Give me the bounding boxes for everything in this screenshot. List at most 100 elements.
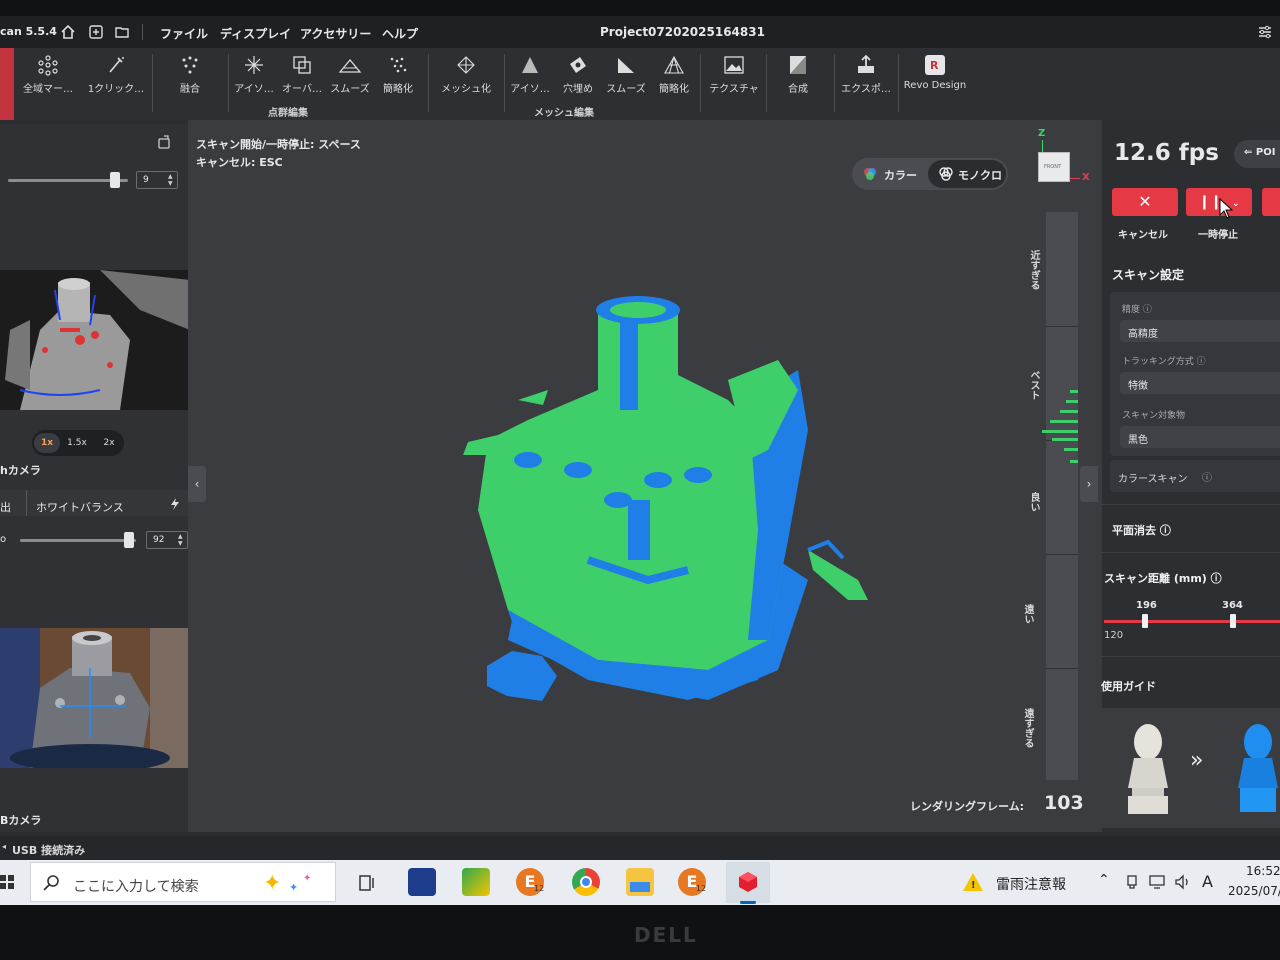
revoscan-app-icon[interactable] [734, 868, 762, 896]
tool-simplify-points[interactable]: 簡略化 [366, 54, 430, 100]
settings-icon[interactable] [1258, 25, 1272, 39]
color-scan-row[interactable]: カラースキャン ⓘ [1110, 460, 1280, 492]
scan-shortcut-hint: スキャン開始/一時停止: スペース [196, 138, 361, 151]
cube-face-label: FRONT [1044, 164, 1062, 170]
group-label-point-cloud: 点群編集 [268, 108, 308, 119]
target-label: スキャン対象物 [1122, 411, 1186, 421]
clock-time[interactable]: 16:52 [1246, 864, 1280, 878]
distance-max-handle[interactable] [1230, 614, 1236, 628]
tool-label: 全域マー… [23, 84, 73, 95]
taskbar-app-game-icon[interactable] [462, 868, 490, 896]
scan-viewport[interactable]: スキャン開始/一時停止: スペース キャンセル: ESC カラー モノクロ Z … [188, 120, 1102, 832]
copilot-sparkle-icon: ✦ [263, 871, 282, 896]
weather-text[interactable]: 雷雨注意報 [996, 874, 1066, 894]
mode-mono-label: モノクロ [958, 169, 1002, 182]
tool-texture[interactable]: テクスチャ [702, 54, 766, 100]
svg-text:R: R [930, 59, 939, 72]
home-icon[interactable] [60, 24, 76, 40]
distance-histogram [1042, 390, 1078, 463]
plane-removal-heading[interactable]: 平面消去 ⓘ [1112, 522, 1171, 538]
collapse-right-panel-button[interactable]: › [1080, 466, 1098, 502]
rotate-icon[interactable] [156, 134, 172, 150]
ime-indicator[interactable]: A [1202, 872, 1213, 891]
tool-global-marker[interactable]: 全域マー… [16, 54, 80, 100]
mode-color-button[interactable]: カラー [862, 165, 932, 183]
finish-scan-button[interactable] [1262, 188, 1280, 216]
brightness-slider-thumb[interactable] [110, 172, 120, 188]
tool-mesh[interactable]: メッシュ化 [434, 54, 498, 100]
auto-flash-icon[interactable] [168, 496, 182, 510]
zoom-1-5x-button[interactable]: 1.5x [64, 433, 90, 453]
tool-label: 融合 [180, 84, 200, 95]
tracking-select[interactable]: 特徴 [1120, 372, 1280, 394]
tool-revo-design[interactable]: R Revo Design [902, 54, 968, 100]
menu-help[interactable]: ヘルプ [382, 25, 418, 42]
camera1-label: hカメラ [0, 464, 41, 477]
spinner-arrows-icon[interactable]: ▲ ▼ [178, 533, 183, 547]
smooth-icon [338, 58, 362, 73]
chrome-browser-icon[interactable] [572, 868, 600, 896]
tray-chevron-up-icon[interactable]: ⌃ [1098, 872, 1110, 888]
cube-front-face[interactable]: FRONT [1038, 152, 1070, 182]
spinner-arrows-icon[interactable]: ▲ ▼ [168, 173, 173, 187]
tool-one-click[interactable]: 1クリック… [84, 54, 148, 100]
red-cube-icon [739, 872, 757, 892]
collapse-left-panel-button[interactable]: ‹ [188, 466, 206, 502]
usb-status-icon: ◂ [2, 842, 7, 851]
tracking-label: トラッキング方式 ⓘ [1122, 357, 1206, 367]
weather-warning-icon[interactable]: ! [962, 872, 984, 892]
bust-scan-icon [1238, 724, 1278, 812]
distance-range-track[interactable] [1104, 620, 1280, 623]
taskbar-search-box[interactable]: ここに入力して検索 ✦ ✦ ✦ [30, 862, 336, 902]
point-cloud-fragment [487, 651, 557, 701]
app-title: can 5.5.4 [0, 25, 57, 38]
distance-good: 良い [1028, 492, 1039, 512]
active-tab-indicator [0, 48, 14, 120]
mode-mono-button[interactable]: モノクロ [928, 160, 1006, 188]
volume-icon[interactable] [1174, 874, 1192, 890]
menu-file[interactable]: ファイル [160, 25, 208, 42]
simplify-mesh-icon [664, 55, 684, 74]
precision-select[interactable]: 高精度 [1120, 320, 1280, 342]
white-balance-slider-track[interactable] [20, 539, 136, 542]
tool-simplify-mesh[interactable]: 簡略化 [642, 54, 706, 100]
tool-label: 簡略化 [383, 84, 413, 95]
network-icon[interactable] [1148, 874, 1166, 890]
tool-fuse[interactable]: 融合 [158, 54, 222, 100]
clock-date[interactable]: 2025/07/ [1228, 884, 1280, 898]
usb-device-icon[interactable] [1124, 874, 1140, 890]
open-folder-icon[interactable] [114, 24, 130, 40]
color-scan-label: カラースキャン [1118, 474, 1188, 485]
gauge-divider [1046, 554, 1078, 555]
cancel-scan-button[interactable]: ✕ [1112, 188, 1178, 216]
windows-taskbar: ここに入力して検索 ✦ ✦ ✦ E 12 E 12 ! 雷雨注意報 ⌃ A 16… [0, 860, 1280, 905]
chevron-right-icon: › [1086, 477, 1092, 491]
task-view-icon[interactable] [356, 872, 378, 894]
tool-label: 簡略化 [659, 84, 689, 95]
tool-label: 合成 [788, 84, 808, 95]
file-explorer-icon[interactable] [626, 868, 654, 896]
windows-start-icon[interactable] [0, 874, 14, 889]
isolate-icon [245, 56, 263, 74]
zoom-2x-button[interactable]: 2x [96, 433, 122, 453]
new-project-icon[interactable] [88, 24, 104, 40]
distance-min-handle[interactable] [1142, 614, 1148, 628]
menu-accessory[interactable]: アクセサリー [300, 25, 371, 42]
white-balance-slider-thumb[interactable] [124, 532, 134, 548]
target-select[interactable]: 黒色 [1120, 426, 1280, 448]
bust-photo-icon [1128, 724, 1168, 814]
tool-export[interactable]: エクスポ… [834, 54, 898, 100]
tab-white-balance[interactable]: ホワイトバランス [36, 499, 124, 515]
folder-front-icon [630, 882, 650, 892]
taskbar-app-tools-icon[interactable] [408, 868, 436, 896]
tab-exposure[interactable]: 出 [0, 499, 11, 515]
menu-display[interactable]: ディスプレイ [220, 25, 291, 42]
project-name: Project07202025164831 [600, 25, 765, 39]
gauge-divider [1046, 668, 1078, 669]
right-panel: 12.6 fps ⇐ POI ✕ ❙❙ ⌄ キャンセル 一時停止 スキャン設定 精… [1098, 120, 1280, 832]
tool-merge[interactable]: 合成 [766, 54, 830, 100]
ribbon-divider [428, 54, 429, 112]
poi-button[interactable]: ⇐ POI [1234, 140, 1280, 168]
zoom-1x-button[interactable]: 1x [34, 433, 60, 453]
orientation-cube[interactable]: Z X FRONT [1028, 128, 1092, 192]
